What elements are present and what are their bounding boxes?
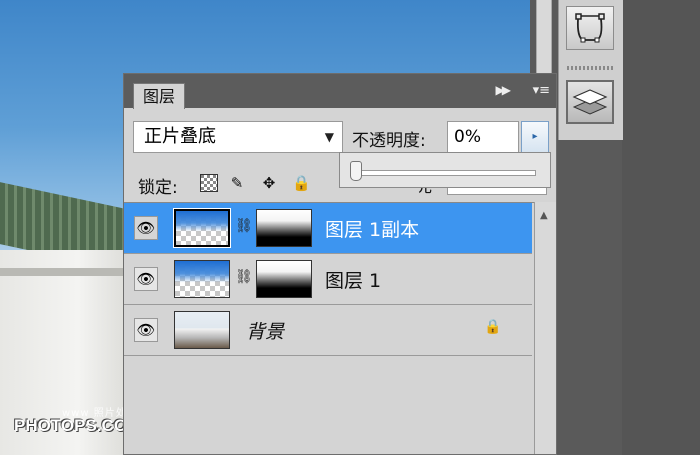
wall-trim [0,268,130,276]
opacity-slider-track[interactable] [354,170,536,176]
layer-row-layer1[interactable]: 👁 ⛓ 图层 1 [124,254,532,305]
chevron-down-icon: ▼ [324,130,334,144]
opacity-input[interactable]: 0% [447,121,519,153]
workspace-background [622,0,700,455]
panel-dock [558,0,623,140]
layer-row-layer1-copy[interactable]: 👁 ⛓ 图层 1副本 [124,203,532,254]
layer-thumbnail [173,208,231,248]
lock-label: 锁定: [138,178,178,198]
layer-name[interactable]: 图层 1副本 [325,215,419,242]
layer-name[interactable]: 背景 [246,317,284,344]
tab-layers[interactable]: 图层 [133,83,185,109]
collapse-icon[interactable]: ▶▶ [496,83,512,97]
canvas-scrollbar[interactable] [536,0,552,80]
opacity-slider-thumb[interactable] [350,161,362,181]
layer-mask-thumbnail[interactable] [256,209,312,247]
panel-menu-icon[interactable]: ▾≡ [533,83,550,98]
bezier-path-icon [575,13,605,43]
link-chain-icon[interactable]: ⛓ [235,269,253,285]
layer-thumbnail [174,260,230,298]
layers-stack-icon [572,89,608,115]
layer-row-background[interactable]: 👁 背景 🔒 [124,305,532,356]
path-selection-button[interactable] [566,6,614,50]
blend-mode-select[interactable]: 正片叠底 ▼ [133,121,343,153]
layers-list: 👁 ⛓ 图层 1副本 👁 ⛓ 图层 1 👁 背景 🔒 [124,202,534,453]
layers-panel-button[interactable] [566,80,614,124]
link-chain-icon[interactable]: ⛓ [235,218,253,234]
opacity-slider-toggle[interactable]: ▸ [521,121,549,153]
eye-icon[interactable]: 👁 [134,318,158,342]
eye-icon[interactable]: 👁 [134,267,158,291]
background-thumbnail [174,311,230,349]
scroll-up-icon[interactable]: ▲ [540,210,548,221]
panel-header[interactable]: 图层 ▶▶ ▾≡ [124,74,556,109]
opacity-label: 不透明度: [352,131,426,151]
layer-name[interactable]: 图层 1 [325,266,381,293]
opacity-slider-popup [339,152,551,188]
dock-grip[interactable] [567,66,613,70]
blend-mode-value: 正片叠底 [144,126,216,147]
lock-all-icon[interactable]: 🔒 [292,174,311,192]
eye-icon[interactable]: 👁 [134,216,158,240]
layers-panel: 图层 ▶▶ ▾≡ 正片叠底 ▼ 不透明度: 0% ▸ 锁定: ✎ ✥ 🔒 填充 … [123,73,557,455]
lock-image-pixels-icon[interactable]: ✎ [228,174,246,192]
layers-scrollbar[interactable]: ▲ [534,202,556,454]
layer-mask-thumbnail[interactable] [256,260,312,298]
lock-position-icon[interactable]: ✥ [260,174,278,192]
lock-icon: 🔒 [484,319,502,335]
lock-transparent-pixels-icon[interactable] [200,174,218,192]
